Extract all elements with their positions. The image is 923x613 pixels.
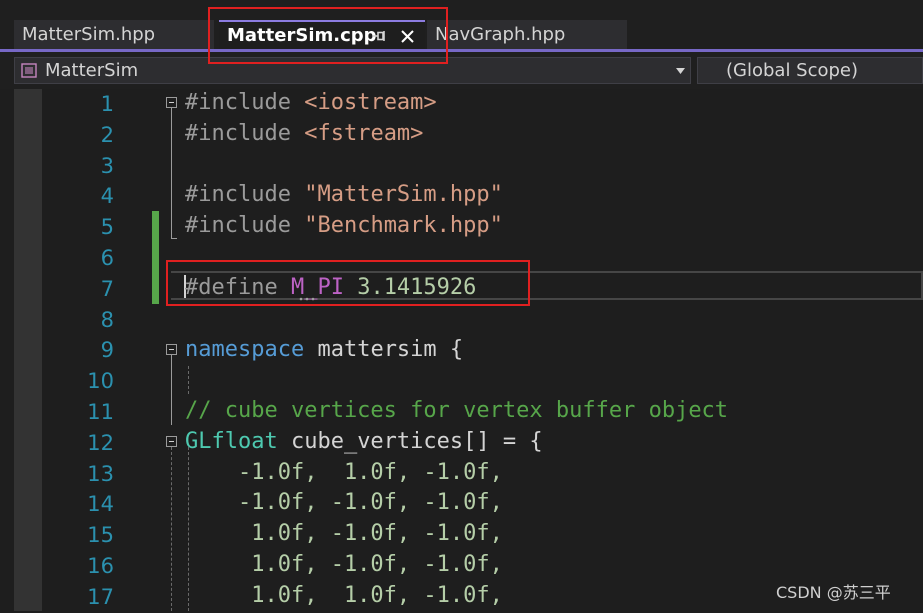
collapse-icon[interactable] [166, 344, 177, 355]
tab-navgraph-hpp[interactable]: NavGraph.hpp [427, 20, 627, 49]
tab-label: MatterSim.hpp [22, 24, 156, 45]
type-name: GLfloat [185, 429, 278, 454]
class-icon [21, 63, 37, 78]
tab-label: NavGraph.hpp [435, 24, 566, 45]
fold-guide [171, 355, 172, 425]
include-path: <iostream> [304, 90, 437, 115]
fold-guide [171, 447, 172, 611]
include-path: "Benchmark.hpp" [304, 213, 503, 238]
change-indicator-bar [152, 211, 159, 304]
preprocessor-directive: #include [185, 90, 305, 115]
line-number: 8 [100, 308, 114, 332]
preprocessor-directive: #include [185, 121, 305, 146]
line-number: 16 [87, 554, 114, 578]
code-editor[interactable]: 1 2 3 4 5 6 7 8 9 10 11 12 13 14 15 16 1… [0, 89, 923, 611]
fold-guide [188, 366, 189, 394]
preprocessor-directive: #include [185, 213, 305, 238]
glyph-margin[interactable] [14, 89, 42, 611]
project-name: MatterSim [45, 60, 139, 81]
preprocessor-directive: #include [185, 182, 305, 207]
scope-dropdown[interactable]: (Global Scope) [697, 57, 923, 84]
code-line[interactable]: // cube vertices for vertex buffer objec… [185, 395, 728, 426]
fold-guide [171, 108, 172, 238]
code-line[interactable]: namespace mattersim { [185, 334, 463, 365]
line-number-gutter: 1 2 3 4 5 6 7 8 9 10 11 12 13 14 15 16 1… [44, 89, 120, 611]
code-line[interactable]: #include "MatterSim.hpp" [185, 179, 503, 210]
include-path: <fstream> [304, 121, 424, 146]
code-line[interactable]: -1.0f, 1.0f, -1.0f, [185, 457, 503, 488]
line-number: 3 [100, 154, 114, 178]
collapse-icon[interactable] [166, 97, 177, 108]
code-line[interactable]: 1.0f, -1.0f, -1.0f, [185, 518, 503, 549]
line-number: 4 [100, 184, 114, 208]
declaration: cube_vertices[] = { [277, 429, 543, 454]
line-number: 11 [87, 400, 114, 424]
code-line[interactable]: 1.0f, 1.0f, -1.0f, [185, 580, 503, 611]
line-number: 17 [87, 585, 114, 609]
tab-mattersim-hpp[interactable]: MatterSim.hpp [14, 20, 214, 49]
line-number: 2 [100, 123, 114, 147]
line-number: 13 [87, 462, 114, 486]
chevron-down-icon[interactable] [676, 68, 685, 74]
scope-name: (Global Scope) [726, 60, 859, 81]
code-line[interactable]: #include "Benchmark.hpp" [185, 210, 503, 241]
line-number: 9 [100, 338, 114, 362]
code-line[interactable]: #include <iostream> [185, 87, 437, 118]
code-line[interactable]: -1.0f, -1.0f, -1.0f, [185, 487, 503, 518]
line-number: 6 [100, 246, 114, 270]
line-number: 15 [87, 523, 114, 547]
code-line[interactable]: #include <fstream> [185, 118, 423, 149]
fold-end-marker [171, 238, 177, 239]
line-number: 7 [100, 277, 114, 301]
keyword: namespace [185, 337, 305, 362]
code-line[interactable]: 1.0f, -1.0f, -1.0f, [185, 549, 503, 580]
code-line[interactable]: GLfloat cube_vertices[] = { [185, 426, 543, 457]
namespace-name: mattersim { [304, 337, 464, 362]
line-number: 14 [87, 492, 114, 516]
navigation-bar: MatterSim (Global Scope) [0, 52, 923, 89]
line-number: 5 [100, 215, 114, 239]
include-path: "MatterSim.hpp" [304, 182, 503, 207]
line-number: 1 [100, 92, 114, 116]
annotation-box-tab [208, 7, 448, 64]
collapse-icon[interactable] [166, 436, 177, 447]
document-tab-strip: MatterSim.hpp MatterSim.cpp NavGraph.hpp [0, 0, 923, 52]
annotation-box-define [166, 260, 530, 306]
line-number: 12 [87, 431, 114, 455]
watermark: CSDN @苏三平 [776, 583, 891, 602]
line-number: 10 [87, 369, 114, 393]
